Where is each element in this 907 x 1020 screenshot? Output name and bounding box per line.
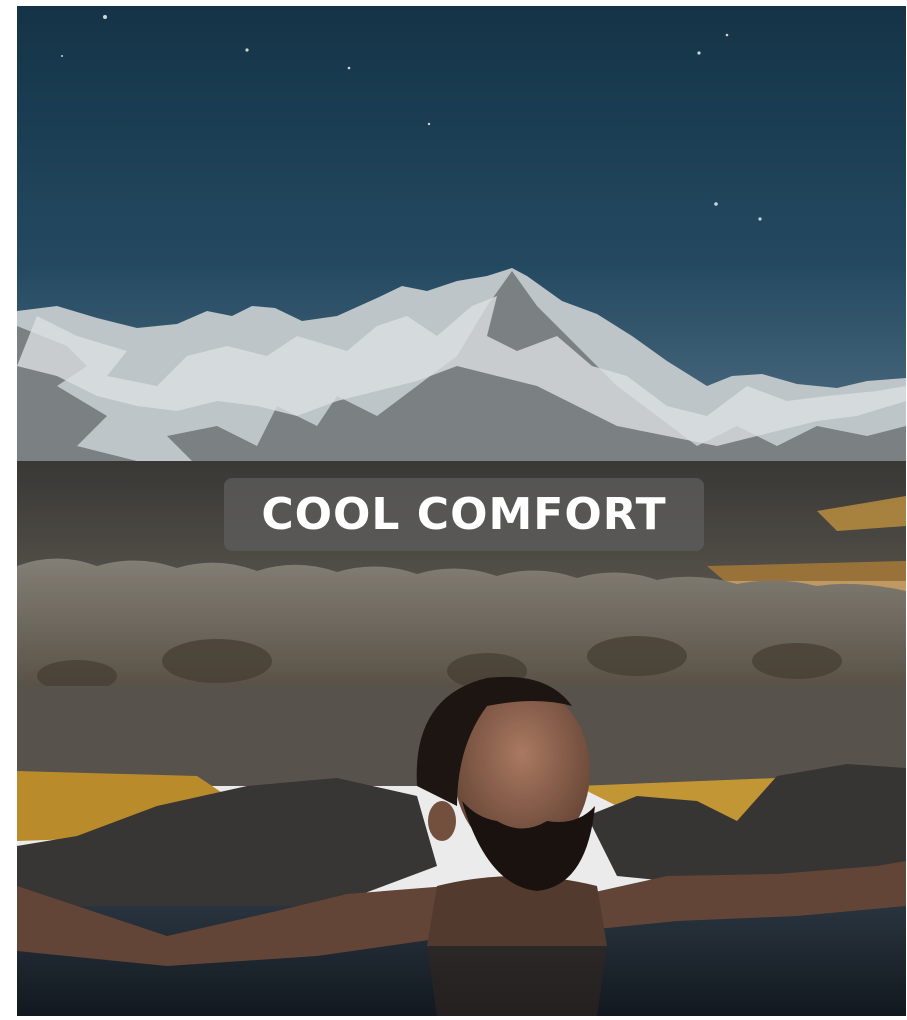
caption-title: COOL COMFORT — [261, 489, 667, 540]
caption-banner: COOL COMFORT — [224, 478, 704, 551]
